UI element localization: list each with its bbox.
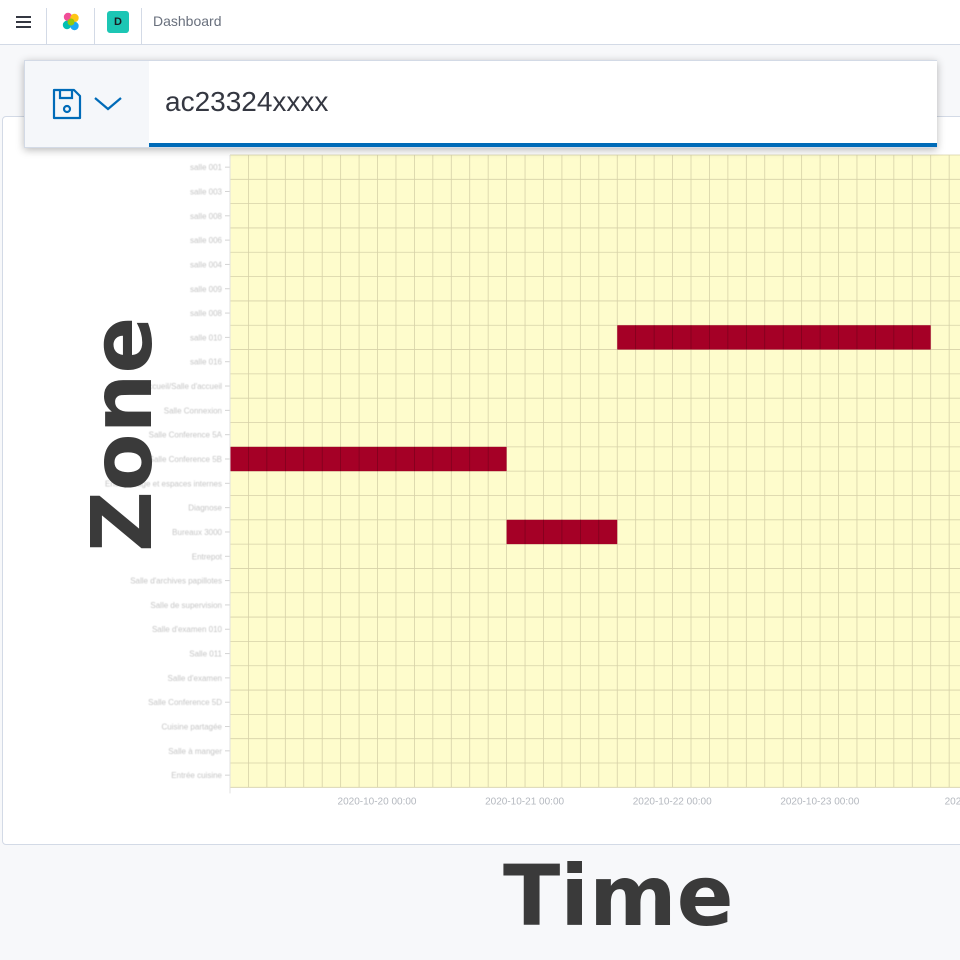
- occupied-cell-block[interactable]: [617, 325, 931, 350]
- y-tick-label: Salle Connexion: [164, 406, 222, 415]
- y-tick-label: salle 010: [190, 333, 223, 342]
- y-tick-label: salle 008: [190, 309, 223, 318]
- y-tick-label: Entrepot: [192, 552, 223, 561]
- y-tick-label: Diagnose: [188, 504, 222, 513]
- y-tick-label: salle 001: [190, 163, 223, 172]
- y-tick-label: salle 008: [190, 212, 223, 221]
- y-tick-label: Salle d'archives papillotes: [130, 577, 222, 586]
- y-tick-label: Salle d'examen 010: [152, 625, 223, 634]
- query-input[interactable]: ac23324xxxx: [149, 61, 937, 147]
- y-tick-label: Entrée cuisine: [171, 771, 222, 780]
- chevron-down-icon: [94, 97, 122, 111]
- x-tick-label: 2020-10-20 00:00: [338, 796, 417, 807]
- y-tick-label: salle 016: [190, 358, 223, 367]
- y-tick-label: Salle 011: [189, 650, 222, 659]
- y-tick-label: Salle à manger: [168, 747, 222, 756]
- y-axis-title: Zone: [73, 316, 171, 552]
- y-tick-label: Salle Conference 5D: [148, 698, 222, 707]
- y-tick-label: Bureaux 3000: [172, 528, 222, 537]
- y-tick-label: salle 004: [190, 260, 223, 269]
- y-tick-label: Salle de supervision: [150, 601, 222, 610]
- x-tick-label: 2020-10-23 00:00: [780, 796, 859, 807]
- y-tick-label: Cuisine partagée: [162, 723, 223, 732]
- y-tick-label: Salle d'examen: [168, 674, 222, 683]
- save-query-button[interactable]: [25, 61, 150, 147]
- y-tick-label: salle 009: [190, 285, 223, 294]
- x-tick-label: 2020-10-22 00:00: [633, 796, 712, 807]
- occupied-cell-block[interactable]: [230, 446, 507, 472]
- x-axis-title: Time: [503, 847, 734, 945]
- y-tick-label: salle 003: [190, 187, 223, 196]
- x-tick-label: 2020-10-2: [945, 796, 960, 807]
- saved-query-bar: ac23324xxxx: [24, 60, 937, 148]
- x-tick-label: 2020-10-21 00:00: [485, 796, 564, 807]
- save-icon: [52, 88, 82, 120]
- x-axis-labels: 2020-10-20 00:00 2020-10-21 00:00 2020-10-…: [338, 796, 960, 807]
- y-tick-label: salle 006: [190, 236, 223, 245]
